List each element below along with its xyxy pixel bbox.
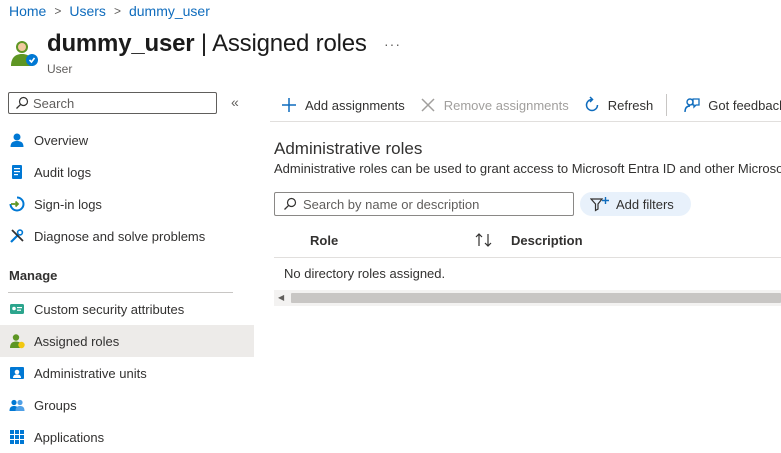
sidebar-search-input[interactable] [33,95,203,111]
filter-add-icon [590,197,609,212]
sidebar-item-label: Administrative units [34,365,147,381]
groups-icon [9,397,25,413]
feedback-button[interactable]: Got feedback [683,96,781,114]
refresh-button[interactable]: Refresh [583,96,654,114]
sidebar-item-label: Applications [34,429,105,445]
sidebar-item-label: Assigned roles [34,333,120,349]
scroll-left-icon[interactable]: ◀ [278,293,284,302]
sidebar-item-label: Overview [34,132,89,148]
column-header-description[interactable]: Description [511,233,583,248]
wrench-icon [9,228,25,244]
user-overview-icon [9,132,25,148]
sidebar-item-assigned-roles[interactable]: Assigned roles [0,325,254,357]
sidebar-item-administrative-units[interactable]: Administrative units [0,357,254,389]
sidebar-item-label: Groups [34,397,77,413]
search-icon [16,96,29,109]
page-title-section: Assigned roles [212,30,367,57]
audit-log-icon [9,164,25,180]
close-icon [421,98,435,112]
admin-units-icon [9,365,25,381]
sidebar-item-label: Sign-in logs [34,196,102,212]
sidebar-item-sign-in-logs[interactable]: Sign-in logs [0,188,254,220]
breadcrumb-separator-icon: > [54,4,62,18]
breadcrumb-current-user[interactable]: dummy_user [129,3,210,19]
security-attributes-icon [9,301,25,317]
sidebar-item-custom-security-attributes[interactable]: Custom security attributes [0,293,254,325]
sidebar-search [8,92,217,114]
page-title-user: dummy_user [47,30,195,57]
refresh-icon [585,96,598,112]
toolbar-divider [666,94,668,116]
breadcrumb: Home > Users > dummy_user [9,3,210,19]
page-title: dummy_user | Assigned roles [47,30,367,58]
refresh-label: Refresh [607,97,654,113]
scrollbar-thumb[interactable] [291,293,781,303]
breadcrumb-separator-icon: > [113,4,121,18]
sidebar-item-applications[interactable]: Applications [0,421,254,453]
remove-assignments-label: Remove assignments [443,97,569,113]
sidebar-item-audit-logs[interactable]: Audit logs [0,156,254,188]
table-header-divider [274,257,781,258]
remove-assignments-button[interactable]: Remove assignments [419,96,569,114]
column-header-role[interactable]: Role [310,233,338,248]
sidebar-item-groups[interactable]: Groups [0,389,254,421]
sidebar-item-label: Custom security attributes [34,301,185,317]
sidebar-section-manage: Manage [9,268,58,283]
section-description: Administrative roles can be used to gran… [274,161,781,176]
assigned-roles-icon [9,333,25,349]
page-title-separator: | [194,30,213,57]
section-title: Administrative roles [274,139,423,158]
breadcrumb-home[interactable]: Home [9,3,46,19]
empty-table-message: No directory roles assigned. [284,266,446,281]
add-assignments-button[interactable]: Add assignments [280,96,405,114]
feedback-label: Got feedback [708,97,781,113]
page-subtitle: User [47,62,73,76]
search-icon [284,197,297,210]
sign-in-icon [9,196,25,212]
sidebar-item-overview[interactable]: Overview [0,124,254,156]
add-filters-button[interactable]: Add filters [580,192,691,216]
user-icon [9,38,39,68]
sidebar-item-label: Audit logs [34,164,92,180]
breadcrumb-users[interactable]: Users [69,3,106,19]
roles-search-input[interactable] [303,196,573,212]
feedback-icon [684,98,700,113]
command-bar: Add assignments Remove assignments Refre… [280,94,781,116]
plus-icon [282,98,296,112]
toolbar-divider-line [270,121,781,122]
sidebar-item-diagnose[interactable]: Diagnose and solve problems [0,220,254,252]
add-filters-label: Add filters [616,196,674,212]
roles-search [274,192,574,216]
more-options-button[interactable]: ··· [384,36,401,52]
applications-icon [9,429,25,445]
collapse-sidebar-icon[interactable]: « [231,94,239,110]
sort-icon[interactable] [474,232,494,253]
sidebar-item-label: Diagnose and solve problems [34,228,206,244]
add-assignments-label: Add assignments [305,97,405,113]
